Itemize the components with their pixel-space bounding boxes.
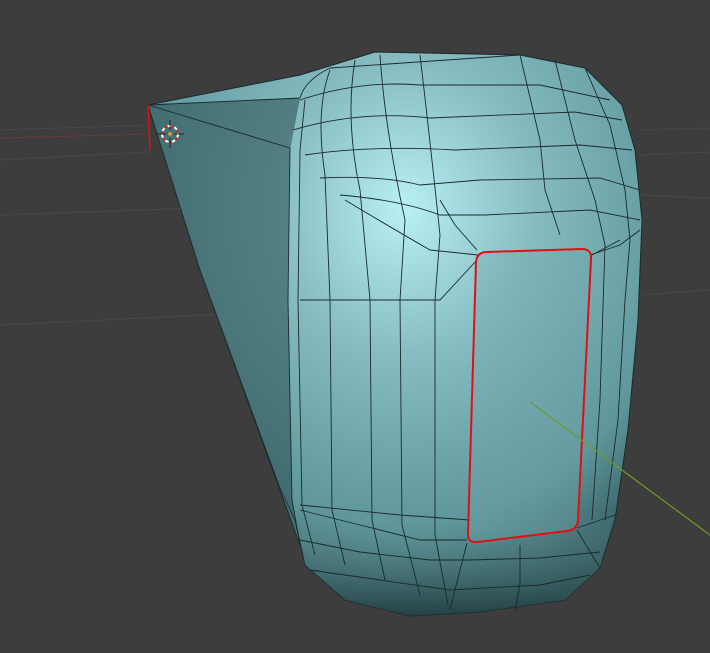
x-axis-line — [0, 133, 151, 139]
viewport-canvas[interactable] — [0, 0, 710, 653]
3d-viewport[interactable] — [0, 0, 710, 653]
mesh-side-shade — [148, 98, 300, 540]
selected-face-loop[interactable] — [466, 247, 593, 544]
mesh-object[interactable] — [147, 51, 643, 617]
